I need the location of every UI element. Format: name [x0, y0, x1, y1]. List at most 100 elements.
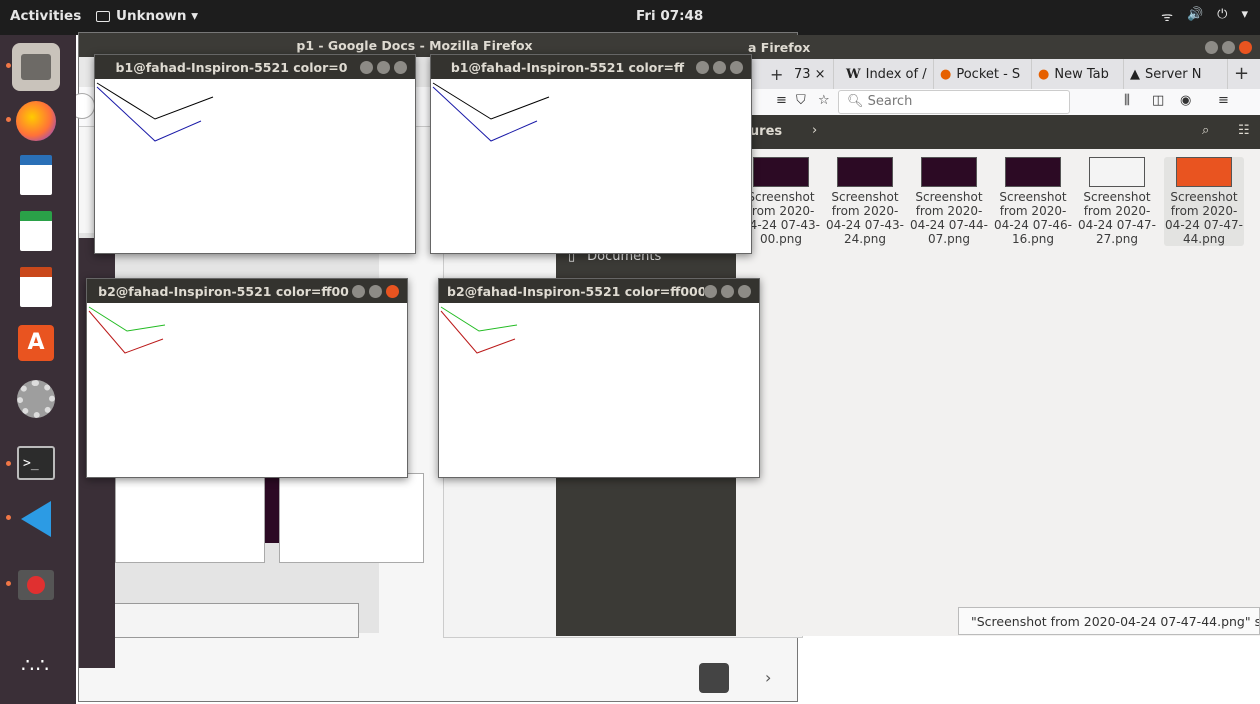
file-item-selected[interactable]: Screenshot from 2020- 04-24 07-47- 44.pn…	[1164, 157, 1244, 246]
file-name-line: 04-24 07-44-	[910, 218, 988, 232]
close-button[interactable]	[738, 284, 751, 298]
plot-titlebar[interactable]: b2@fahad-Inspiron-5521 color=ff00	[87, 279, 407, 303]
writer-icon[interactable]	[12, 151, 60, 199]
file-name-line: 24.png	[844, 232, 886, 246]
firefox-icon: ●	[1038, 66, 1050, 82]
show-apps-icon[interactable]: ∴∴	[12, 641, 60, 689]
tab-label: Pocket - S	[956, 66, 1021, 82]
plot-canvas	[88, 306, 166, 354]
tab-current[interactable]: 73 ×	[788, 59, 834, 89]
tab-pocket[interactable]: ● Pocket - S	[934, 59, 1032, 89]
maximize-button[interactable]	[1222, 40, 1235, 54]
plot-window-b1-right[interactable]: b1@fahad-Inspiron-5521 color=ff	[430, 54, 752, 254]
hamburger-menu-icon[interactable]: ≡	[1218, 93, 1229, 108]
menu-icon[interactable]: ≡	[776, 93, 787, 108]
new-tab-button[interactable]: +	[1234, 63, 1249, 84]
status-bar: "Screenshot from 2020-04-24 07-47-44.png…	[958, 607, 1260, 635]
minimize-button[interactable]	[704, 284, 717, 298]
view-options-icon[interactable]: ☷	[1238, 123, 1250, 138]
maximize-button[interactable]	[377, 60, 390, 74]
file-name-line: from 2020-	[1083, 204, 1151, 218]
firefox-icon: ●	[940, 66, 952, 82]
software-icon[interactable]: A	[12, 319, 60, 367]
file-item[interactable]: Screenshot from 2020- 04-24 07-44- 07.pn…	[908, 157, 990, 246]
tab-server[interactable]: ▲ Server N	[1124, 59, 1228, 89]
impress-icon[interactable]	[12, 263, 60, 311]
chevron-right-icon[interactable]: ›	[812, 123, 817, 138]
pocket-icon[interactable]: ⛉	[796, 93, 806, 108]
explore-button[interactable]	[699, 663, 729, 693]
tray-menu-chevron-icon[interactable]: ▾	[1241, 7, 1248, 25]
firefox-icon[interactable]	[12, 97, 60, 145]
plot-window-title: b2@fahad-Inspiron-5521 color=ff000C	[447, 283, 704, 299]
plot-window-b2-left[interactable]: b2@fahad-Inspiron-5521 color=ff00	[86, 278, 408, 478]
close-button[interactable]	[1239, 40, 1252, 54]
maximize-button[interactable]	[369, 284, 382, 298]
close-button[interactable]	[386, 284, 399, 298]
sidebar-icon[interactable]: ◫	[1152, 93, 1164, 108]
bookmark-star-icon[interactable]: ☆	[818, 93, 830, 108]
series-line-2	[96, 86, 202, 142]
close-button[interactable]	[394, 60, 407, 74]
running-indicator	[6, 515, 11, 520]
search-icon[interactable]: ⌕	[1202, 123, 1209, 138]
series-line-1	[88, 306, 166, 332]
wifi-icon[interactable]: ᯤ	[1161, 7, 1173, 25]
settings-icon[interactable]	[12, 375, 60, 423]
new-tab-button-left[interactable]: +	[770, 65, 783, 84]
system-tray[interactable]: ᯤ 🔊 ⏻ ▾	[1161, 7, 1248, 25]
plot-titlebar[interactable]: b1@fahad-Inspiron-5521 color=ff	[431, 55, 751, 79]
file-name-line: Screenshot	[1083, 190, 1151, 204]
firefox-window: a Firefox + 73 × W Index of / ● Pocket - S…	[740, 35, 1260, 115]
tab-index-of[interactable]: W Index of /	[840, 59, 934, 89]
plot-titlebar[interactable]: b2@fahad-Inspiron-5521 color=ff000C	[439, 279, 759, 303]
terminal-icon[interactable]: >_	[12, 439, 60, 487]
plot-canvas	[440, 306, 518, 354]
file-item[interactable]: Screenshot from 2020- 04-24 07-46- 16.pn…	[992, 157, 1074, 246]
activities-button[interactable]: Activities	[10, 8, 81, 24]
power-icon[interactable]: ⏻	[1217, 7, 1227, 25]
series-line-1	[96, 82, 214, 120]
account-icon[interactable]: ◉	[1180, 93, 1191, 108]
file-item[interactable]: Screenshot from 2020- 04-24 07-43- 00.pn…	[740, 157, 822, 246]
blocked-app-icon[interactable]	[12, 561, 60, 609]
file-name-line: from 2020-	[831, 204, 899, 218]
running-indicator	[6, 461, 11, 466]
maximize-button[interactable]	[713, 60, 726, 74]
tab-new-tab[interactable]: ● New Tab	[1032, 59, 1124, 89]
plot-canvas	[432, 82, 550, 142]
wikipedia-icon: W	[846, 66, 861, 82]
series-line-1	[432, 82, 550, 120]
vscode-icon[interactable]	[12, 495, 60, 543]
plot-window-title: b2@fahad-Inspiron-5521 color=ff00	[98, 283, 349, 299]
file-name-line: 07.png	[928, 232, 970, 246]
chevron-right-icon[interactable]: ›	[765, 668, 771, 687]
embedded-plot-window	[279, 473, 424, 563]
series-line-2	[440, 310, 516, 354]
files-icon[interactable]	[12, 43, 60, 91]
file-name-line: Screenshot	[747, 190, 815, 204]
maximize-button[interactable]	[721, 284, 734, 298]
minimize-button[interactable]	[352, 284, 365, 298]
firefox-titlebar[interactable]: a Firefox	[740, 35, 1260, 59]
plot-window-b1-left[interactable]: b1@fahad-Inspiron-5521 color=0	[94, 54, 416, 254]
file-name-line: 04-24 07-47-	[1165, 218, 1243, 232]
plot-titlebar[interactable]: b1@fahad-Inspiron-5521 color=0	[95, 55, 415, 79]
file-item[interactable]: Screenshot from 2020- 04-24 07-47- 27.pn…	[1076, 157, 1158, 246]
running-indicator	[6, 581, 11, 586]
file-name-line: 44.png	[1183, 232, 1225, 246]
plot-window-b2-right[interactable]: b2@fahad-Inspiron-5521 color=ff000C	[438, 278, 760, 478]
app-menu[interactable]: Unknown ▾	[96, 8, 198, 24]
library-icon[interactable]: ⫼	[1124, 93, 1130, 108]
minimize-button[interactable]	[1205, 40, 1218, 54]
clock[interactable]: Fri 07:48	[636, 8, 703, 24]
file-thumbnail	[753, 157, 809, 187]
file-item[interactable]: Screenshot from 2020- 04-24 07-43- 24.pn…	[824, 157, 906, 246]
calc-icon[interactable]	[12, 207, 60, 255]
minimize-button[interactable]	[360, 60, 373, 74]
search-input[interactable]: 🔍︎ Search	[838, 90, 1070, 114]
volume-icon[interactable]: 🔊	[1187, 7, 1203, 25]
plot-canvas	[96, 82, 214, 142]
minimize-button[interactable]	[696, 60, 709, 74]
close-button[interactable]	[730, 60, 743, 74]
